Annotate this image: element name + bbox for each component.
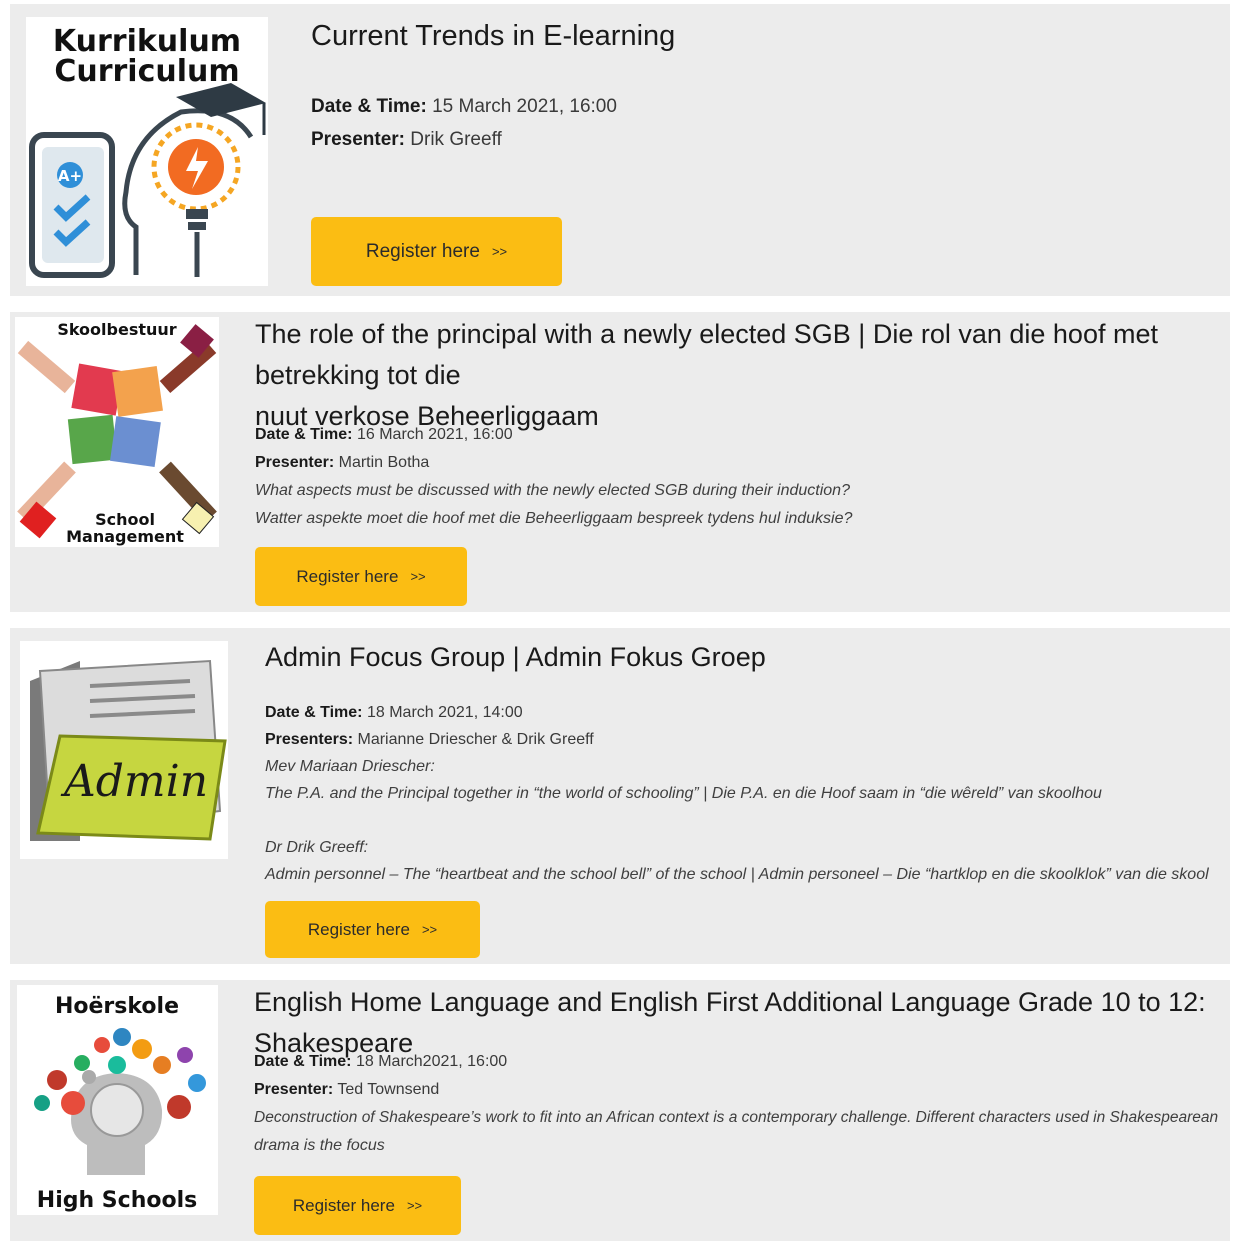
event-card: Skoolbestuur School Management The role … [10, 312, 1230, 612]
register-button[interactable]: Register here >> [254, 1176, 461, 1235]
event-meta: Date & Time: 18 March 2021, 14:00 Presen… [265, 699, 1209, 888]
event-title: Current Trends in E-learning [311, 20, 676, 52]
school-management-thumbnail: Skoolbestuur School Management [15, 317, 219, 547]
date-label: Date & Time: [254, 1053, 352, 1070]
date-label: Date & Time: [255, 426, 353, 443]
chevron-right-icon: >> [406, 1198, 423, 1213]
presenter-label: Presenters: [265, 731, 354, 748]
register-label: Register here [292, 1195, 395, 1215]
event-card: Admin Admin Focus Group | Admin Fokus Gr… [10, 628, 1230, 964]
presenter-label: Presenter: [255, 454, 335, 471]
event-card: Hoërskole High Schools English Home Lang… [10, 980, 1230, 1241]
description-line: The P.A. and the Principal together in “… [265, 785, 1102, 802]
event-title: Admin Focus Group | Admin Fokus Groep [265, 642, 766, 672]
thumb-top: Skoolbestuur [57, 320, 176, 339]
event-title: The role of the principal with a newly e… [255, 314, 1230, 437]
register-button[interactable]: Register here >> [311, 217, 562, 286]
date-value: 18 March 2021, 14:00 [366, 704, 523, 721]
register-button[interactable]: Register here >> [255, 547, 467, 606]
presenter-value: Ted Townsend [337, 1081, 440, 1098]
thumb-line2: Curriculum [54, 54, 239, 89]
chevron-right-icon: >> [421, 922, 438, 937]
description-line: What aspects must be discussed with the … [255, 482, 850, 499]
high-schools-thumbnail: Hoërskole High Schools [17, 985, 218, 1215]
thumb-bottom: High Schools [37, 1188, 197, 1213]
date-value: 15 March 2021, 16:00 [432, 96, 617, 117]
thumb-top: Hoërskole [55, 994, 179, 1019]
presenter-label: Presenter: [311, 129, 405, 150]
description-line: Deconstruction of Shakespeare’s work to … [254, 1109, 1219, 1126]
date-label: Date & Time: [265, 704, 363, 721]
presenter-label: Presenter: [254, 1081, 334, 1098]
event-meta: Date & Time: 15 March 2021, 16:00 Presen… [311, 90, 617, 156]
presenter-value: Drik Greeff [410, 129, 502, 150]
description-line: Watter aspekte moet die hoof met die Beh… [255, 510, 853, 527]
event-meta: Date & Time: 16 March 2021, 16:00 Presen… [255, 421, 852, 533]
description-line: Mev Mariaan Driescher: [265, 758, 435, 775]
curriculum-thumbnail: Kurrikulum Curriculum A+ [26, 17, 268, 286]
description-line: Dr Drik Greeff: [265, 839, 369, 856]
register-button[interactable]: Register here >> [265, 901, 480, 958]
date-value: 16 March 2021, 16:00 [356, 426, 513, 443]
title-line1: The role of the principal with a newly e… [255, 319, 1158, 390]
description-line: Admin personnel – The “heartbeat and the… [265, 866, 1209, 883]
event-meta: Date & Time: 18 March2021, 16:00 Present… [254, 1048, 1218, 1160]
event-card: Kurrikulum Curriculum A+ Current Trends … [10, 4, 1230, 296]
thumb-label: Admin [60, 756, 208, 807]
thumb-bottom2: Management [66, 527, 184, 546]
register-label: Register here [296, 566, 399, 586]
chevron-right-icon: >> [491, 244, 508, 259]
description-line: drama is the focus [254, 1137, 385, 1154]
date-label: Date & Time: [311, 96, 427, 117]
admin-thumbnail: Admin [20, 641, 228, 859]
date-value: 18 March2021, 16:00 [355, 1053, 508, 1070]
register-label: Register here [307, 919, 410, 939]
chevron-right-icon: >> [410, 569, 426, 584]
presenter-value: Martin Botha [338, 454, 430, 471]
presenter-value: Marianne Driescher & Drik Greeff [357, 731, 594, 748]
register-label: Register here [365, 240, 480, 262]
svg-text:A+: A+ [58, 167, 82, 185]
